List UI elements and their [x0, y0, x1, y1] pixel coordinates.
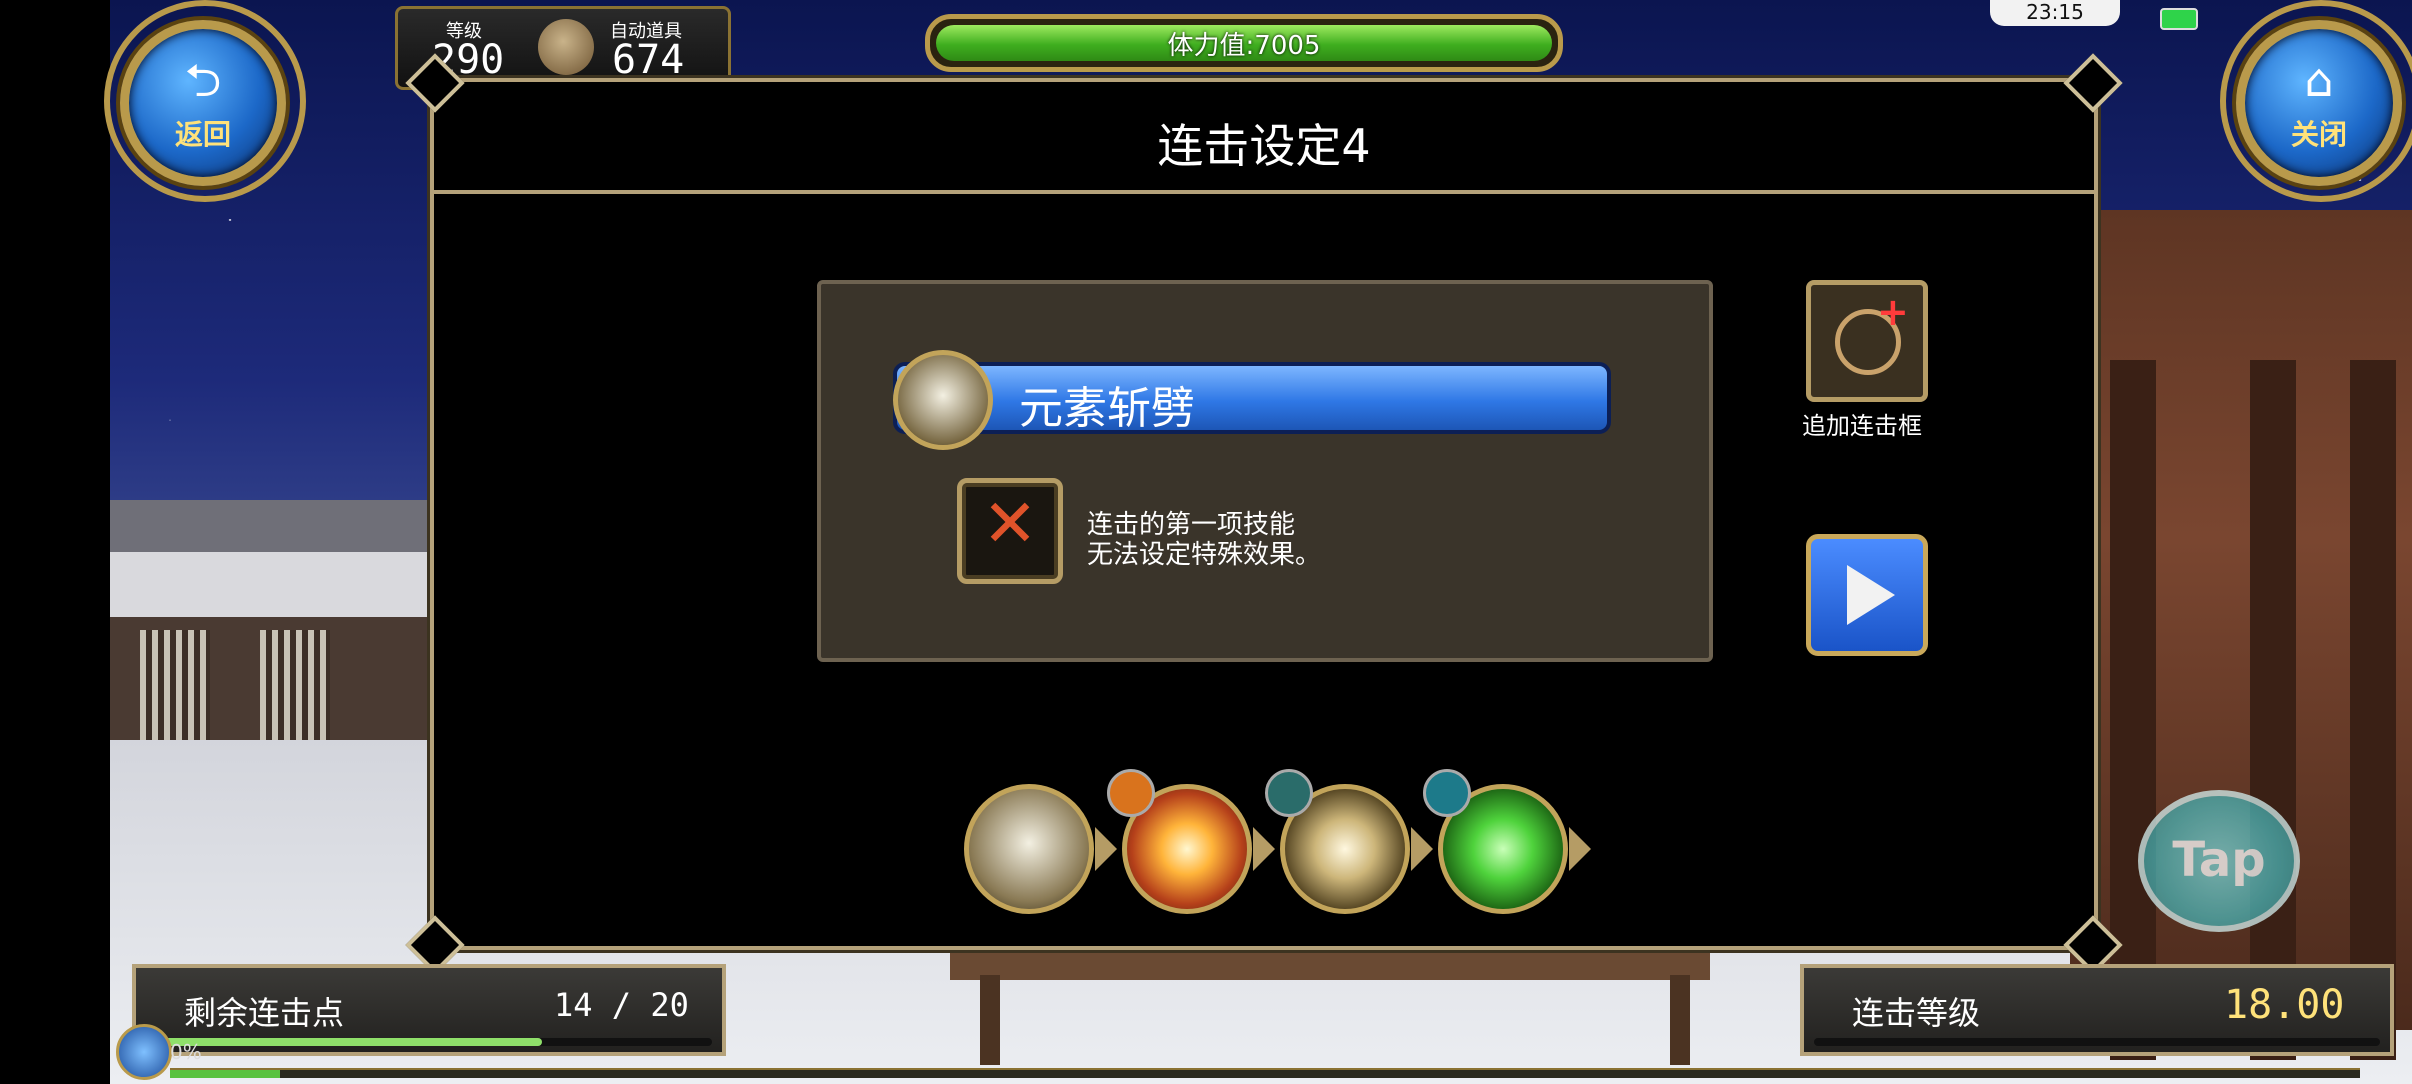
combo-level-label: 连击等级 — [1852, 994, 1981, 1032]
clock-time: 23:15 — [2026, 0, 2084, 24]
notice-line-2: 无法设定特殊效果。 — [1087, 540, 1322, 570]
tap-label: Tap — [2172, 832, 2266, 888]
remaining-combo-points-panel: 剩余连击点 14 / 20 — [132, 964, 726, 1056]
combo-skill-3[interactable] — [1265, 769, 1433, 914]
building-pillar — [2350, 360, 2396, 1060]
plus-icon: + — [1877, 290, 1909, 334]
figure-badge-icon — [1423, 769, 1471, 817]
chain-arrow-icon — [1095, 827, 1117, 871]
chain-arrow-icon — [1253, 827, 1275, 871]
combo-skill-2[interactable] — [1107, 769, 1275, 914]
home-icon: ⌂ — [2304, 53, 2334, 107]
combo-level-panel: 连击等级 18.00 — [1800, 964, 2394, 1056]
combo-level-value: 18.00 — [2224, 982, 2345, 1028]
combo-skill-1[interactable] — [964, 784, 1117, 914]
item-bag-icon — [538, 19, 594, 75]
exp-orb-icon — [116, 1024, 172, 1080]
remaining-combo-points-value: 14 / 20 — [554, 986, 689, 1024]
special-effect-disabled-box: ✕ — [957, 478, 1063, 584]
dialog-title-bar: 连击设定4 — [434, 82, 2094, 194]
building-pillar — [2250, 360, 2296, 1060]
clock: 23:15 — [1990, 0, 2120, 26]
stamina-text: 体力值:7005 — [1167, 31, 1321, 61]
special-effect-notice: 连击的第一项技能 无法设定特殊效果。 — [1087, 510, 1321, 570]
auto-item-value: 674 — [612, 37, 685, 83]
remaining-combo-points-label: 剩余连击点 — [184, 994, 345, 1032]
close-button[interactable]: ⌂ 关闭 — [2236, 20, 2402, 186]
chain-arrow-icon — [1569, 827, 1591, 871]
fist-badge-icon — [1107, 769, 1155, 817]
first-skill-panel: 元素斩劈 ✕ 连击的第一项技能 无法设定特殊效果。 — [817, 280, 1713, 662]
building-window — [260, 630, 330, 740]
exp-bar — [170, 1068, 2360, 1078]
combo-settings-dialog: 连击设定4 元素斩劈 ✕ 连击的第一项技能 无法设定特殊效果。 + 追加连击框 — [405, 53, 2123, 975]
building-pillar — [2110, 360, 2156, 1060]
potion-badge-icon — [1265, 769, 1313, 817]
selected-skill-bar[interactable]: 元素斩劈 — [893, 362, 1611, 434]
remaining-combo-points-fill — [146, 1038, 543, 1046]
selected-skill-name: 元素斩劈 — [1019, 383, 1195, 434]
play-arrow-icon — [1847, 565, 1895, 625]
stamina-bar: 体力值:7005 — [925, 14, 1563, 72]
close-button-label: 关闭 — [2290, 118, 2347, 151]
remaining-combo-points-bar — [146, 1038, 712, 1046]
next-button[interactable] — [1806, 534, 1928, 656]
building-window — [140, 630, 210, 740]
back-button[interactable]: ⮌ 返回 — [120, 20, 286, 186]
tap-button[interactable]: Tap — [2138, 790, 2300, 932]
cross-icon: ✕ — [982, 485, 1038, 562]
dialog-title: 连击设定4 — [1157, 119, 1371, 173]
notice-line-1: 连击的第一项技能 — [1087, 510, 1296, 540]
battery-icon — [2160, 8, 2198, 30]
add-combo-frame-button[interactable]: + — [1806, 280, 1928, 402]
combo-level-bar — [1814, 1038, 2380, 1046]
bench-leg — [980, 975, 1000, 1065]
left-building — [110, 500, 430, 760]
bench-leg — [1670, 975, 1690, 1065]
add-combo-frame-label: 追加连击框 — [1802, 412, 1922, 440]
slash-skill-icon — [893, 350, 993, 450]
exp-percent: 0% — [170, 1040, 202, 1064]
exp-fill — [170, 1070, 280, 1078]
back-arrow-icon: ⮌ — [184, 53, 222, 107]
chain-arrow-icon — [1411, 827, 1433, 871]
combo-skill-4[interactable] — [1423, 769, 1591, 914]
back-button-label: 返回 — [174, 118, 231, 151]
